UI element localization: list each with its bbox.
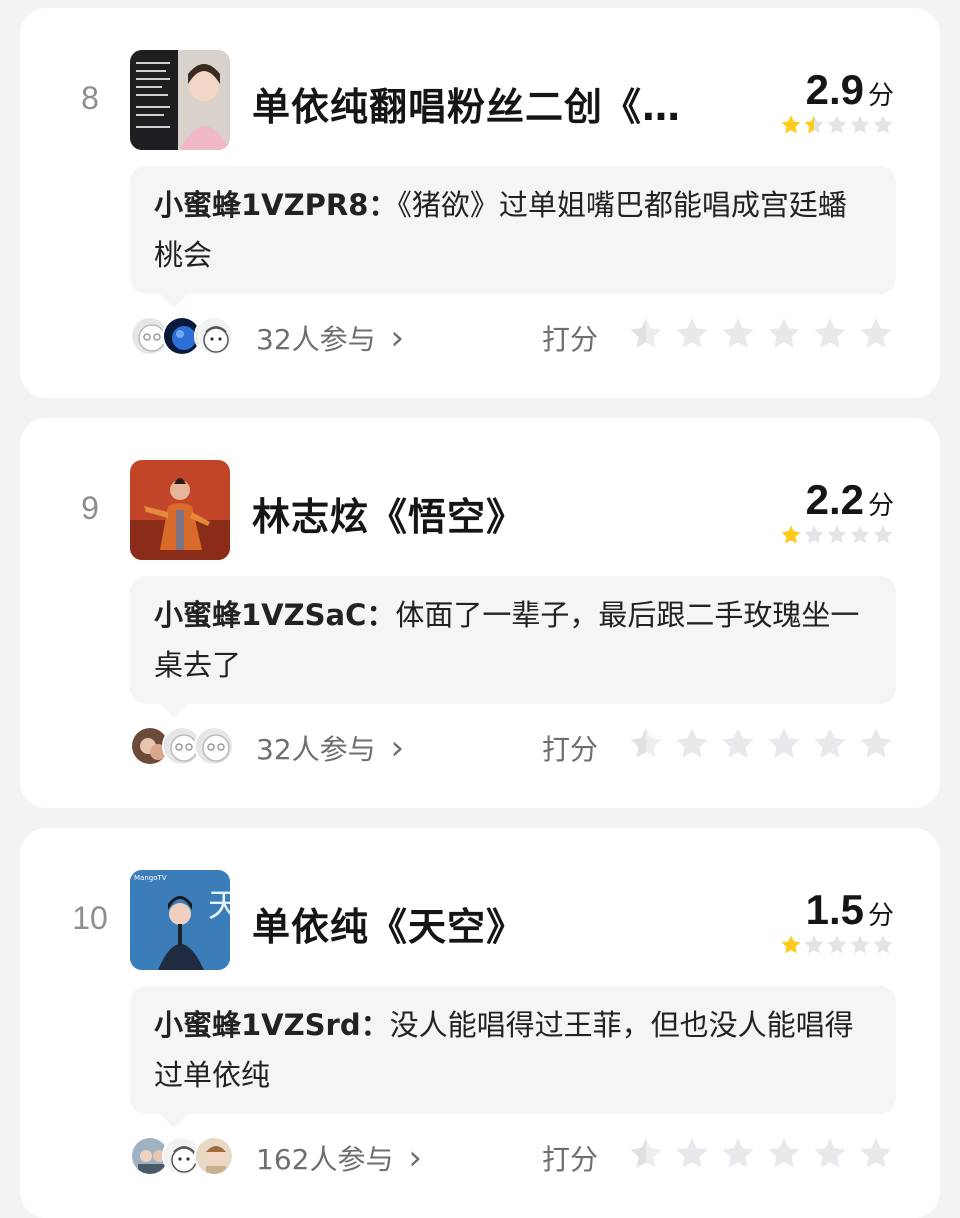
rate-star-icon[interactable] xyxy=(766,726,802,766)
rate-label: 打分 xyxy=(542,1143,599,1176)
rate-star-icon[interactable] xyxy=(766,316,802,356)
star-icon xyxy=(803,934,825,960)
star-icon xyxy=(780,114,802,140)
svg-text:天: 天 xyxy=(208,886,230,924)
comment-user: 小蜜蜂1VZSrd： xyxy=(154,1008,390,1042)
rate-stars[interactable] xyxy=(628,316,894,356)
top-comment[interactable]: 小蜜蜂1VZSaC：体面了一辈子，最后跟二手玫瑰坐一桌去了 xyxy=(130,576,896,718)
rate-star-icon[interactable] xyxy=(720,726,756,766)
score: 2.9 分 xyxy=(806,66,894,114)
rate-stars[interactable] xyxy=(628,1136,894,1176)
rate-stars[interactable] xyxy=(628,726,894,766)
score-value: 2.9 xyxy=(805,66,864,113)
half-star-icon[interactable] xyxy=(628,1136,664,1176)
rate-label: 打分 xyxy=(542,733,599,766)
rate-star-icon[interactable] xyxy=(766,1136,802,1176)
chevron-right-icon: › xyxy=(390,728,405,768)
score-stars xyxy=(780,934,894,960)
star-icon xyxy=(803,114,825,140)
participant-avatars[interactable] xyxy=(130,1136,234,1176)
score-unit: 分 xyxy=(867,81,894,111)
rank-number: 8 xyxy=(81,80,99,116)
rate-label: 打分 xyxy=(542,323,599,356)
rate-star-icon[interactable] xyxy=(858,1136,894,1176)
star-icon xyxy=(826,524,848,550)
score-value: 1.5 xyxy=(805,886,864,933)
half-star-icon[interactable] xyxy=(628,726,664,766)
participant-avatars[interactable] xyxy=(130,726,234,766)
rank-number: 10 xyxy=(72,900,108,936)
participant-avatars[interactable] xyxy=(130,316,234,356)
score: 2.2 分 xyxy=(806,476,894,524)
participants-link[interactable]: 32人参与 › xyxy=(256,728,404,768)
star-icon xyxy=(826,934,848,960)
score-unit: 分 xyxy=(867,901,894,931)
rate-star-icon[interactable] xyxy=(674,316,710,356)
rate-star-icon[interactable] xyxy=(674,1136,710,1176)
rate-star-icon[interactable] xyxy=(858,726,894,766)
participants-link[interactable]: 32人参与 › xyxy=(256,318,404,358)
ranking-card[interactable]: 10 天 MangoTV 单依纯《天空》 1.5 分 小蜜蜂1VZSrd：没人能唱… xyxy=(20,828,940,1218)
top-comment[interactable]: 小蜜蜂1VZSrd：没人能唱得过王菲，但也没人能唱得过单依纯 xyxy=(130,986,896,1128)
half-star-icon[interactable] xyxy=(628,316,664,356)
cartoon-avatar xyxy=(194,316,234,356)
ranking-card[interactable]: 9 林志炫《悟空》 2.2 分 小蜜蜂1VZSaC：体面了一辈子，最后跟二手玫瑰坐… xyxy=(20,418,940,808)
rank-number: 9 xyxy=(81,490,99,526)
svg-text:MangoTV: MangoTV xyxy=(134,874,167,882)
emoji-avatar xyxy=(194,726,234,766)
score: 1.5 分 xyxy=(806,886,894,934)
participants-count: 32人参与 xyxy=(256,733,376,766)
item-title[interactable]: 林志炫《悟空》 xyxy=(252,486,752,541)
rate-star-icon[interactable] xyxy=(674,726,710,766)
star-icon xyxy=(780,934,802,960)
participants-count: 32人参与 xyxy=(256,323,376,356)
star-icon xyxy=(780,524,802,550)
ranking-card[interactable]: 8 单依纯翻唱粉丝二创《… 2.9 分 小蜜蜂1VZPR8：《猪欲》过单姐嘴巴都能… xyxy=(20,8,940,398)
score-stars xyxy=(780,524,894,550)
comment-tail xyxy=(160,704,188,718)
item-title[interactable]: 单依纯翻唱粉丝二创《… xyxy=(252,76,752,131)
participants-count: 162人参与 xyxy=(256,1143,394,1176)
person-avatar xyxy=(194,1136,234,1176)
rate-star-icon[interactable] xyxy=(720,1136,756,1176)
comment-tail xyxy=(160,1114,188,1128)
rate-star-icon[interactable] xyxy=(858,316,894,356)
comment-user: 小蜜蜂1VZPR8： xyxy=(154,188,398,222)
star-icon xyxy=(803,524,825,550)
singer-blue-thumbnail[interactable]: 天 MangoTV xyxy=(130,870,230,970)
star-icon xyxy=(872,524,894,550)
star-icon xyxy=(849,114,871,140)
score-stars xyxy=(780,114,894,140)
rate-star-icon[interactable] xyxy=(812,726,848,766)
comment-tail xyxy=(160,294,188,308)
star-icon xyxy=(826,114,848,140)
item-title[interactable]: 单依纯《天空》 xyxy=(252,896,752,951)
chevron-right-icon: › xyxy=(408,1138,422,1178)
rate-star-icon[interactable] xyxy=(812,1136,848,1176)
comment-user: 小蜜蜂1VZSaC： xyxy=(154,598,396,632)
poster-woman-thumbnail[interactable] xyxy=(130,50,230,150)
rate-star-icon[interactable] xyxy=(720,316,756,356)
rate-star-icon[interactable] xyxy=(812,316,848,356)
singer-stage-thumbnail[interactable] xyxy=(130,460,230,560)
score-value: 2.2 xyxy=(805,476,864,523)
top-comment[interactable]: 小蜜蜂1VZPR8：《猪欲》过单姐嘴巴都能唱成宫廷蟠桃会 xyxy=(130,166,896,308)
star-icon xyxy=(849,524,871,550)
chevron-right-icon: › xyxy=(390,318,405,358)
star-icon xyxy=(872,934,894,960)
participants-link[interactable]: 162人参与 › xyxy=(256,1138,422,1178)
star-icon xyxy=(872,114,894,140)
score-unit: 分 xyxy=(867,491,894,521)
star-icon xyxy=(849,934,871,960)
